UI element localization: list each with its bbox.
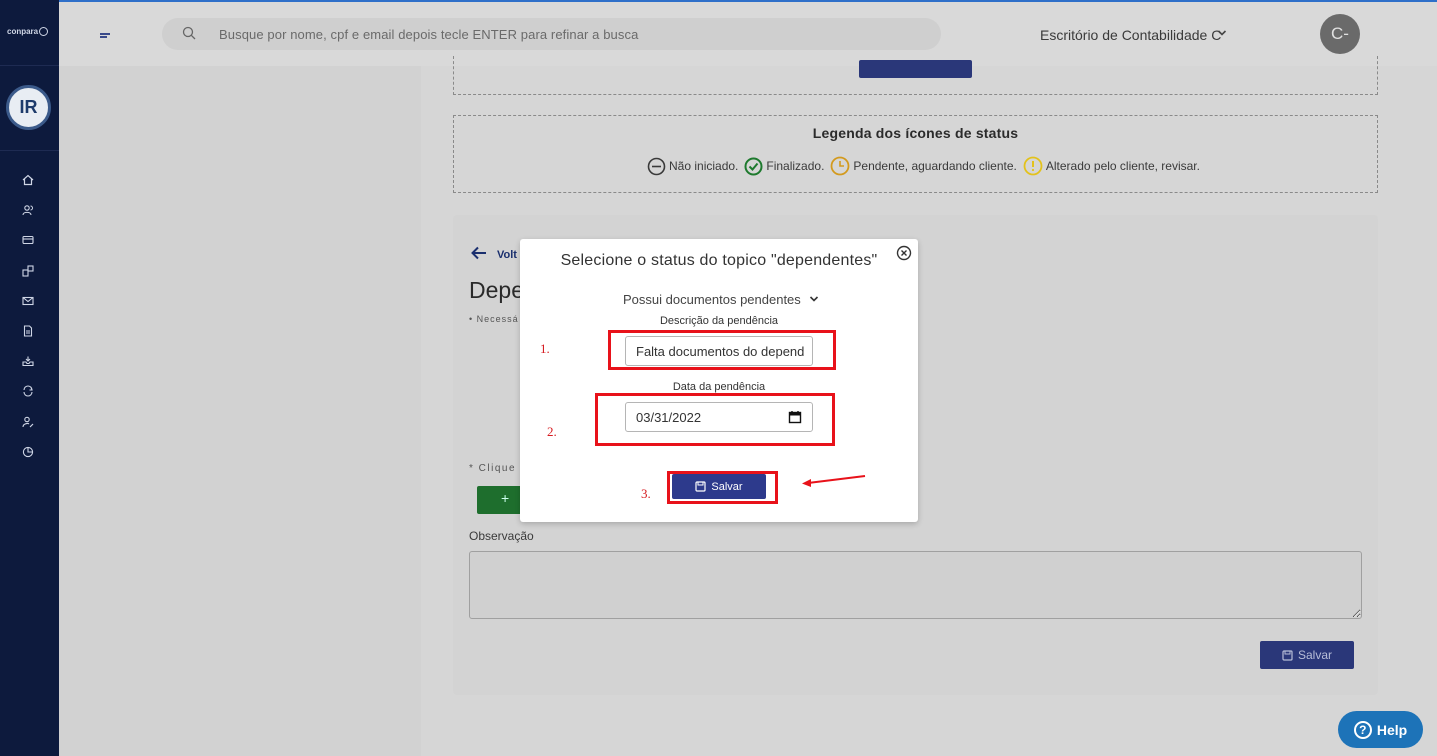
legend-item-finished: Finalizado. [744,157,824,176]
date-label: Data da pendência [672,381,766,393]
search-icon [182,26,196,40]
annotation-number-2: 2. [547,424,557,439]
sidebar-item-document[interactable] [20,323,36,339]
card-icon [22,236,34,245]
legend-item-not-started: Não iniciado. [647,157,738,176]
annotation-arrow-icon [802,475,866,487]
click-note: * Clique e [469,463,528,474]
office-name: Escritório de Contabilidade C [1040,27,1222,43]
sidebar-item-sync[interactable] [20,383,36,399]
chevron-down-icon [809,296,818,302]
annotation-box-date [595,393,835,446]
status-legend: Legenda dos ícones de status Não iniciad… [453,115,1378,193]
mail-icon [22,296,34,305]
back-link[interactable]: Volt [471,244,517,261]
back-label: Volt [497,249,517,261]
sidebar-item-user-edit[interactable] [20,414,36,430]
brand-text: conpara [7,27,39,36]
status-select-value: Possui documentos pendentes [623,291,801,307]
legend-label: Não iniciado. [669,159,739,173]
ir-logo-text: IR [19,97,38,117]
search-input[interactable]: Busque por nome, cpf e email depois tecl… [219,27,638,42]
menu-toggle-icon[interactable] [100,32,110,40]
upload-button[interactable] [859,60,972,78]
alert-circle-icon [1023,156,1043,176]
modal-title: Selecione o status do topico "dependente… [560,252,878,269]
legend-item-changed: Alterado pelo cliente, revisar. [1023,156,1200,176]
chevron-down-icon [1217,30,1227,36]
sidebar-brand: conpara [0,0,59,66]
users-icon [22,205,33,216]
clock-icon [831,156,850,176]
legend-items: Não iniciado. Finalizado. Pendente, agua… [647,156,1206,176]
inbox-icon [22,356,34,367]
sidebar-item-mail[interactable] [20,293,36,309]
observation-textarea[interactable] [469,551,1362,619]
observation-label: Observação [469,529,534,543]
legend-item-pending: Pendente, aguardando cliente. [830,156,1017,176]
page-title: Depe [469,277,524,303]
office-selector[interactable]: Escritório de Contabilidade C [1027,18,1237,50]
sidebar-item-card[interactable] [20,232,36,248]
legend-label: Pendente, aguardando cliente. [853,159,1017,173]
annotation-number-3: 3. [641,486,651,501]
document-icon [23,325,33,337]
save-icon [1282,649,1293,661]
brand-logo[interactable]: conpara [7,27,49,37]
user-edit-icon [22,416,34,427]
sidebar-item-users[interactable] [20,202,36,218]
sidebar-item-inbox[interactable] [20,353,36,369]
help-label: Help [1376,721,1408,738]
description-label: Descrição da pendência [659,315,779,327]
chart-pie-icon [22,446,34,457]
question-icon: ? [1353,720,1372,739]
sidebar-item-dashboard[interactable] [20,263,36,279]
required-note: • Necessá [469,314,519,324]
save-button[interactable]: Salvar [1260,641,1354,669]
dashboard-icon [22,265,34,277]
annotation-number-1: 1. [540,341,550,356]
sidebar: conpara IR [0,0,59,756]
check-circle-icon [744,157,763,175]
sync-icon [23,385,33,397]
avatar-initials: C- [1331,24,1349,43]
ir-logo[interactable]: IR [6,85,51,130]
arrow-left-icon [471,246,486,259]
sidebar-divider [0,150,59,151]
sidebar-item-chart[interactable] [20,444,36,460]
search-bar[interactable]: Busque por nome, cpf e email depois tecl… [162,18,941,50]
minus-circle-icon [647,157,666,175]
sidebar-item-home[interactable] [20,172,36,188]
annotation-box-save [667,471,778,504]
close-icon[interactable] [896,245,912,261]
add-dependent-button[interactable]: + [477,486,525,514]
save-button-label: Salvar [1297,648,1332,662]
help-button[interactable]: ? Help [1338,711,1423,748]
legend-label: Finalizado. [766,159,825,173]
home-icon [22,174,34,186]
brand-dot-icon [39,27,49,37]
legend-label: Alterado pelo cliente, revisar. [1045,159,1200,173]
annotation-box-description [608,330,836,370]
status-select[interactable]: Possui documentos pendentes [615,289,830,309]
sidebar-nav [20,172,38,474]
legend-title: Legenda dos ícones de status [812,125,1019,141]
avatar[interactable]: C- [1320,14,1360,54]
